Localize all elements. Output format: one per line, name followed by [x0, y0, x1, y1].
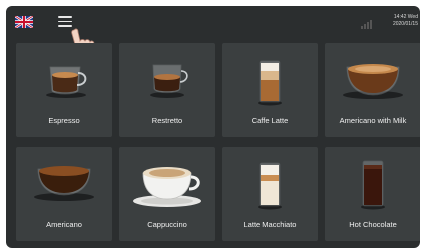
drink-label: Restretto [151, 116, 183, 125]
hamburger-menu-icon[interactable] [58, 16, 72, 28]
drink-tile-hot-chocolate[interactable]: Hot Chocolate [325, 147, 420, 241]
drink-tile-latte-macchiato[interactable]: Latte Macchiato [222, 147, 318, 241]
drink-label: Espresso [48, 116, 80, 125]
espresso-cup-icon [46, 66, 87, 98]
drink-label: Caffe Latte [251, 116, 289, 125]
date-text: 2020/01/15 [392, 20, 418, 27]
uk-flag-icon[interactable] [15, 16, 33, 28]
cappuccino-cup-icon [133, 167, 201, 207]
drink-tile-caffe-latte[interactable]: Caffe Latte [222, 43, 318, 137]
signal-strength-icon [361, 20, 372, 29]
drink-label: Americano with Milk [339, 116, 407, 125]
hot-chocolate-glass-icon [361, 160, 385, 210]
drink-tile-americano[interactable]: Americano [16, 147, 112, 241]
drink-label: Latte Macchiato [243, 220, 297, 229]
drink-tile-restretto[interactable]: Restretto [119, 43, 215, 137]
drink-tile-cappuccino[interactable]: Cappuccino [119, 147, 215, 241]
drink-label: Hot Chocolate [349, 220, 397, 229]
drink-tile-espresso[interactable]: Espresso [16, 43, 112, 137]
top-bar: 14:42 Wed 2020/01/15 [6, 6, 420, 63]
coffee-machine-screen: 14:42 Wed 2020/01/15 Espresso Restretto … [6, 6, 420, 248]
americano-cup-icon [34, 166, 94, 201]
latte-macchiato-glass-icon [258, 162, 282, 210]
latte-glass-icon [258, 60, 282, 106]
americano-milk-cup-icon [343, 64, 403, 99]
clock: 14:42 Wed 2020/01/15 [376, 14, 418, 27]
drink-tile-americano-with-milk[interactable]: Americano with Milk [325, 43, 420, 137]
drink-label: Cappuccino [147, 220, 187, 229]
ristretto-glass-icon [150, 64, 188, 98]
drink-label: Americano [46, 220, 82, 229]
